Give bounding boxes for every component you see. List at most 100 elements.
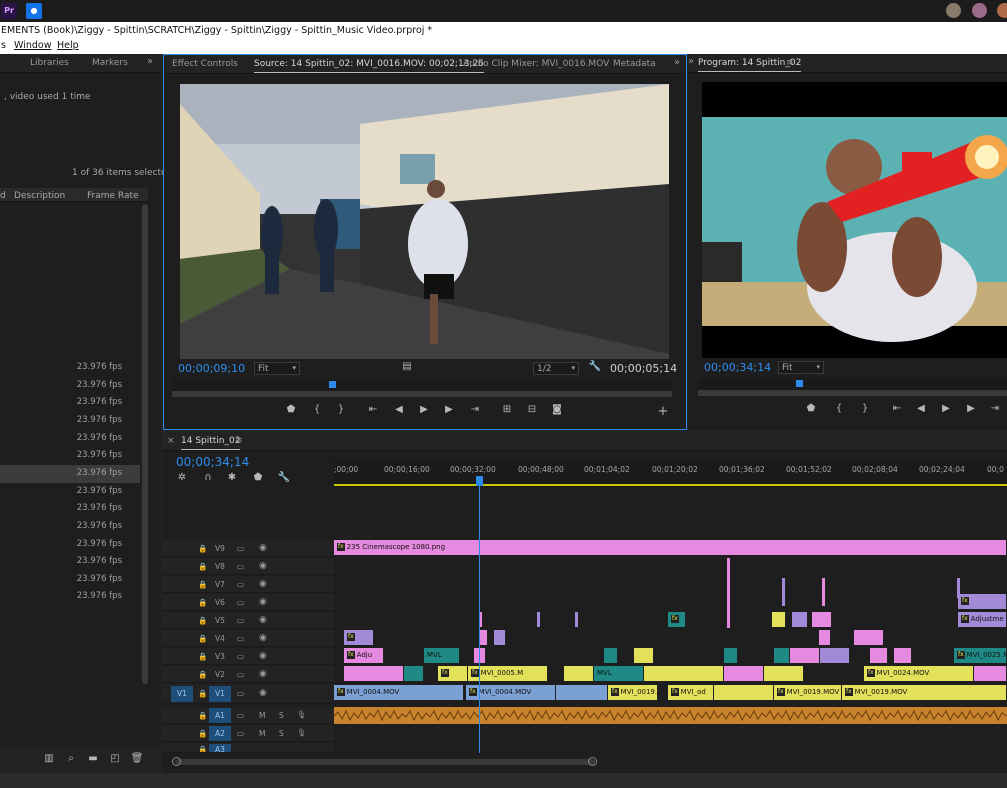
eye-icon[interactable]: ◉ (259, 561, 267, 571)
source-patch-v1[interactable]: V1 (171, 686, 193, 702)
clip[interactable] (894, 648, 912, 663)
panel-overflow-icon[interactable]: » (688, 56, 694, 67)
mute-button[interactable]: M (259, 711, 265, 720)
step-forward-icon[interactable]: ▶ (964, 403, 978, 414)
track-name-v1[interactable]: V1 (209, 686, 231, 702)
clip[interactable] (812, 612, 832, 627)
close-icon[interactable]: × (167, 436, 175, 446)
timeline-playhead-timecode[interactable]: 00;00;34;14 (176, 455, 249, 469)
clip-v3-mvi-0025[interactable]: fx MVI_0025.M (954, 648, 1007, 663)
list-item[interactable]: 23.976 fps (0, 447, 140, 465)
clip[interactable]: fx (438, 666, 468, 681)
premiere-app-icon[interactable]: Pr (1, 3, 17, 19)
microphone-icon[interactable]: 🎙 (297, 728, 307, 737)
clip[interactable] (782, 578, 786, 606)
clip[interactable] (974, 666, 1007, 681)
lock-icon[interactable]: 🔒 (198, 711, 207, 720)
sync-lock-icon[interactable]: ▭ (237, 580, 244, 589)
clip-v1-mvi-0019[interactable]: fx MVI_0019.MOV (774, 685, 842, 700)
eye-icon[interactable]: ◉ (259, 615, 267, 625)
step-forward-icon[interactable]: ▶ (442, 404, 456, 415)
column-header-d[interactable]: d (0, 191, 6, 201)
program-playhead-timecode[interactable]: 00;00;34;14 (704, 361, 771, 374)
sync-lock-icon[interactable]: ▭ (237, 689, 244, 698)
clip[interactable] (774, 648, 790, 663)
clip[interactable] (772, 612, 786, 627)
add-button-icon[interactable]: + (656, 404, 670, 419)
clip[interactable] (556, 685, 608, 700)
clip-v3-adjustment[interactable]: fx Adju (344, 648, 384, 663)
clip[interactable] (792, 612, 808, 627)
step-back-icon[interactable]: ◀ (392, 404, 406, 415)
list-item[interactable]: 23.976 fps (0, 500, 140, 518)
sync-lock-icon[interactable]: ▭ (237, 634, 244, 643)
eye-icon[interactable]: ◉ (259, 633, 267, 643)
lock-icon[interactable]: 🔒 (198, 616, 207, 625)
sync-lock-icon[interactable]: ▭ (237, 598, 244, 607)
eye-icon[interactable]: ◉ (259, 669, 267, 679)
play-icon[interactable]: ▶ (417, 404, 431, 415)
sync-lock-icon[interactable]: ▭ (237, 562, 244, 571)
menu-item-window[interactable]: Window (14, 39, 51, 53)
trash-icon[interactable]: 🗑 (130, 753, 144, 764)
solo-button[interactable]: S (279, 729, 284, 738)
avatar[interactable] (946, 3, 961, 18)
clip[interactable] (819, 630, 831, 645)
new-item-icon[interactable]: ◰ (108, 753, 122, 764)
camera-icon[interactable]: ◙ (550, 404, 564, 415)
sync-lock-icon[interactable]: ▭ (237, 616, 244, 625)
list-item-selected[interactable]: 23.976 fps (0, 465, 140, 483)
clip-v1-mvi-0019[interactable]: fx MVI_0019.MOV (842, 685, 1007, 700)
tab-audio-clip-mixer[interactable]: Audio Clip Mixer: MVI_0016.MOV (463, 59, 609, 69)
go-to-in-icon[interactable]: ⇤ (366, 404, 380, 415)
source-fit-dropdown[interactable]: Fit ▾ (254, 362, 300, 375)
sync-lock-icon[interactable]: ▭ (237, 729, 244, 738)
avatar[interactable] (972, 3, 987, 18)
track-name-a1[interactable]: A1 (209, 708, 231, 723)
clip[interactable] (604, 648, 618, 663)
clip[interactable] (714, 685, 774, 700)
freeform-view-icon[interactable]: ▥ (42, 753, 56, 764)
list-item[interactable]: 23.976 fps (0, 483, 140, 501)
program-zoom-bar[interactable] (698, 390, 1007, 396)
microphone-icon[interactable]: 🎙 (297, 710, 307, 719)
clip[interactable] (790, 648, 820, 663)
lock-icon[interactable]: 🔒 (198, 652, 207, 661)
clip[interactable] (724, 648, 738, 663)
marker-icon[interactable]: ⬟ (804, 403, 818, 414)
work-area-bar[interactable] (334, 484, 1007, 486)
tab-markers[interactable]: Markers (92, 58, 128, 68)
sync-lock-icon[interactable]: ▭ (237, 652, 244, 661)
clip-v1-mvi-0019[interactable]: fxMVI_0019.N (608, 685, 658, 700)
avatar[interactable] (997, 3, 1007, 18)
timeline-playhead-line[interactable] (479, 538, 480, 753)
sync-lock-icon[interactable]: ▭ (237, 711, 244, 720)
eye-icon[interactable]: ◉ (259, 651, 267, 661)
lock-icon[interactable]: 🔒 (198, 544, 207, 553)
clip-v5-adjustment[interactable]: fx Adjustme (958, 612, 1007, 627)
sync-lock-icon[interactable]: ▭ (237, 670, 244, 679)
search-icon[interactable]: ⌕ (64, 753, 78, 764)
list-item[interactable]: 23.976 fps (0, 571, 140, 589)
go-to-out-icon[interactable]: ⇥ (468, 404, 482, 415)
eye-icon[interactable]: ◉ (259, 543, 267, 553)
clip[interactable]: fx (344, 630, 374, 645)
clip-v9-cinemascope[interactable]: fx 235 Cinemascope 1080.png (334, 540, 1007, 555)
clip[interactable] (822, 578, 826, 606)
program-playhead[interactable] (796, 380, 803, 387)
snap-icon[interactable]: ✲ (175, 472, 189, 483)
clip-v2-mvl[interactable]: MVL (594, 666, 644, 681)
settings-icon[interactable]: ▤ (400, 361, 414, 372)
timeline-horizontal-scrollbar[interactable] (163, 753, 1007, 773)
clip[interactable]: fx (668, 612, 686, 627)
source-zoom-bar[interactable] (172, 391, 672, 397)
source-playhead-timecode[interactable]: 00;00;09;10 (178, 362, 245, 375)
column-header-description[interactable]: Description (14, 191, 65, 201)
linked-selection-icon[interactable]: ∩ (201, 472, 215, 483)
clip[interactable] (564, 666, 594, 681)
clip[interactable] (575, 612, 579, 627)
eye-icon[interactable]: ◉ (259, 688, 267, 698)
mark-in-icon[interactable]: { (310, 404, 324, 415)
second-app-icon[interactable]: ● (26, 3, 42, 19)
wrench-icon[interactable]: 🔧 (277, 472, 291, 483)
